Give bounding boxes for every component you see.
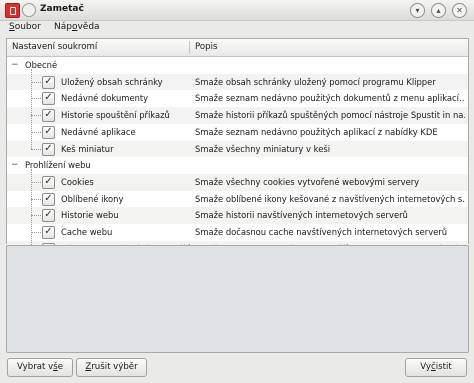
item-description: Smaže oblíbené ikony kešované z navštíve… [195,193,465,204]
menu-bar: Soubor Nápověda [0,20,474,38]
item-checkbox[interactable]: ✓ [42,92,55,106]
column-header-setting[interactable]: Nastavení soukromí [12,42,97,52]
close-icon[interactable]: ✕ [452,3,467,18]
item-label: Historie webu [61,210,119,221]
checkmark-icon: ✓ [44,209,53,221]
checkmark-icon: ✓ [44,175,53,187]
item-checkbox[interactable]: ✓ [42,192,55,206]
item-checkbox[interactable]: ✓ [42,142,55,156]
item-label: Oblíbené ikony [61,193,124,204]
clear-button[interactable]: Vyčistit [405,358,467,377]
item-label: Keš miniatur [61,143,114,154]
item-label: Uložený obsah schránky [61,76,163,87]
tree-group-row[interactable]: − Obecné [7,57,468,74]
collapse-icon[interactable]: − [11,60,19,70]
item-description: Smaže historii navštívených internetovýc… [195,210,408,221]
checkmark-icon: ✓ [44,192,53,204]
tree-header: Nastavení soukromí Popis [7,39,468,57]
menu-help[interactable]: Nápověda [54,22,100,32]
item-description: Smaže seznam nedávno použitých aplikací … [195,126,438,137]
tree-guide-line [31,69,32,149]
tree-item-row[interactable]: ✓ Cookies Smaže všechny cookies vytvořené … [7,173,468,191]
tree-item-row[interactable]: ✓ Historie spouštění příkazů Smaže histori… [7,107,468,124]
tree-item-row[interactable]: ✓ Nedávné aplikace Smaže seznam nedávno po… [7,124,468,141]
item-description: Smaže všechny miniatury v keši [195,143,331,154]
maximize-icon[interactable]: ▴ [431,3,446,18]
description-panel [6,245,469,353]
item-checkbox[interactable]: ✓ [42,226,55,239]
item-checkbox[interactable]: ✓ [42,175,55,189]
tree-item-row[interactable]: ✓ Cache webu Smaže dočasnou cache navštíve… [7,224,468,241]
item-label: Nedávné aplikace [61,126,136,137]
checkmark-icon: ✓ [44,125,53,137]
collapse-icon[interactable]: − [11,160,19,170]
deselect-all-button[interactable]: Zrušit výběr [76,358,147,377]
window-title: Zametač [40,4,84,14]
item-label: Cache webu [61,227,113,237]
item-description: Smaže obsah schránky uložený pomocí prog… [195,76,436,87]
checkmark-icon: ✓ [44,92,53,104]
item-checkbox[interactable]: ✓ [42,209,55,223]
item-label: Cookies [61,176,94,187]
item-label: Historie spouštění příkazů [61,110,170,121]
tree-item-row[interactable]: ✓ Uložený obsah schránky Smaže obsah schrá… [7,73,468,91]
group-label: Prohlížení webu [25,160,91,171]
pin-icon[interactable] [22,3,36,17]
minimize-icon[interactable]: ▾ [410,3,425,18]
item-checkbox[interactable]: ✓ [42,75,55,89]
tree-item-row[interactable]: ✓ Oblíbené ikony Smaže oblíbené ikony kešo… [7,191,468,208]
menu-file[interactable]: Soubor [9,22,41,32]
checkmark-icon: ✓ [44,142,53,154]
checkmark-icon: ✓ [44,75,53,87]
tree-item-row[interactable]: ✓ Nedávné dokumenty Smaže seznam nedávno p… [7,90,468,107]
select-all-button[interactable]: Vybrat vše [7,358,73,377]
privacy-tree[interactable]: Nastavení soukromí Popis − Obecné ✓ Uložený… [6,38,469,273]
item-description: Smaže seznam nedávno použitých dokumentů… [195,93,465,104]
group-label: Obecné [25,60,58,70]
item-description: Smaže historii příkazů spuštěných pomocí… [195,110,465,121]
tree-group-row[interactable]: − Prohlížení webu [7,157,468,174]
title-bar: Zametač ▾ ▴ ✕ [0,0,474,21]
item-checkbox[interactable]: ✓ [42,125,55,139]
tree-item-row[interactable]: ✓ Historie webu Smaže historii navštívenýc… [7,207,468,224]
column-header-description[interactable]: Popis [195,42,217,52]
item-description: Smaže všechny cookies vytvořené webovými… [195,176,420,187]
item-description: Smaže dočasnou cache navštívených intern… [195,227,448,237]
app-icon[interactable] [5,3,20,18]
checkmark-icon: ✓ [44,226,53,237]
column-separator[interactable] [189,41,190,54]
tree-item-row[interactable]: ✓ Keš miniatur Smaže všechny miniatury v k… [7,140,468,158]
checkmark-icon: ✓ [44,109,53,121]
item-label: Nedávné dokumenty [61,93,149,104]
item-checkbox[interactable]: ✓ [42,109,55,123]
